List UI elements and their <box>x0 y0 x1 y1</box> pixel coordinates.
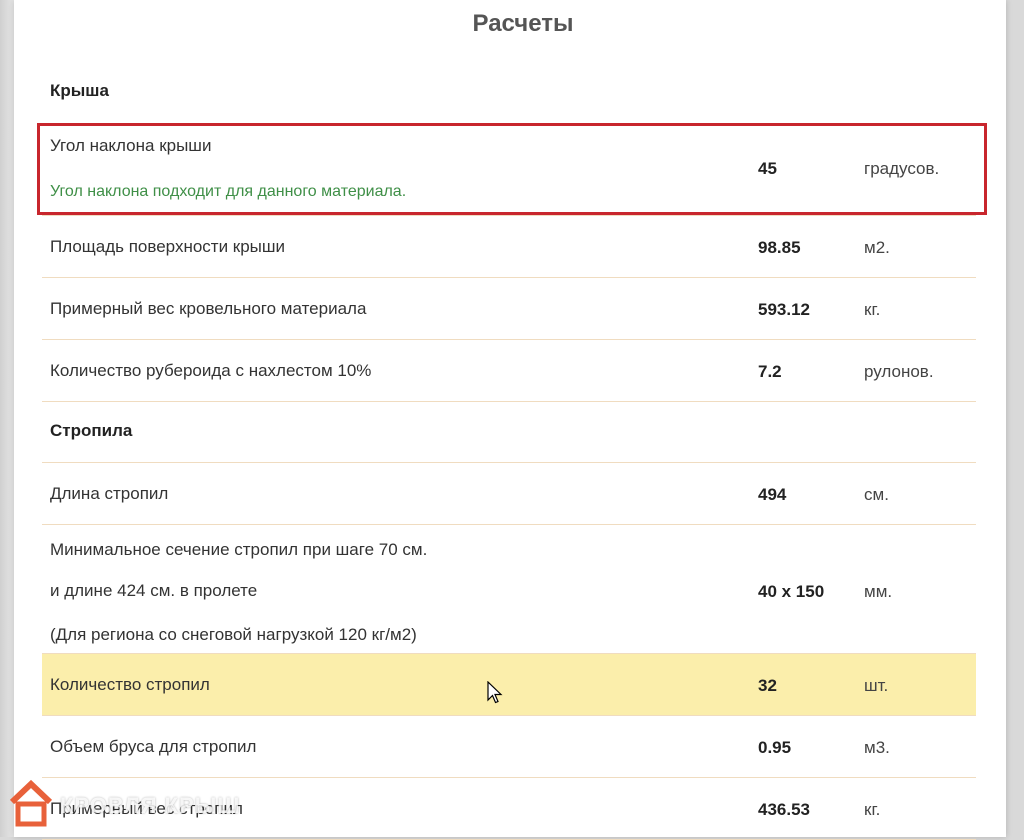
row-value: 98.85 <box>758 238 801 257</box>
table-row-roof-weight: Примерный вес кровельного материала 593.… <box>42 278 976 340</box>
row-value: 32 <box>758 676 777 695</box>
row-value: 436.53 <box>758 800 810 819</box>
row-value: 593.12 <box>758 300 810 319</box>
row-unit: см. <box>864 485 889 504</box>
table-row-roof-area: Площадь поверхности крыши 98.85 м2. <box>42 216 976 278</box>
row-value: 0.95 <box>758 738 792 757</box>
section-title: Крыша <box>50 81 109 100</box>
row-unit: шт. <box>864 676 889 695</box>
row-unit: м3. <box>864 738 890 757</box>
table-row-rafter-section: Минимальное сечение стропил при шаге 70 … <box>42 525 976 654</box>
row-unit: мм. <box>864 582 893 601</box>
channel-watermark: КРОВЛЯ КРЫШ <box>8 775 240 837</box>
angle-highlight-box <box>37 123 987 215</box>
section-title: Стропила <box>50 421 133 440</box>
row-value: 40 х 150 <box>758 582 825 601</box>
watermark-text: КРОВЛЯ КРЫШ <box>60 793 241 818</box>
page-title: Расчеты <box>472 10 574 37</box>
row-label: Площадь поверхности крыши <box>50 237 286 256</box>
section-header-rafters: Стропила <box>42 402 976 463</box>
house-logo-icon <box>8 778 54 835</box>
row-label: Объем бруса для стропил <box>50 737 257 756</box>
mouse-cursor-icon <box>487 680 503 710</box>
table-row-rafter-length: Длина стропил 494 см. <box>42 463 976 525</box>
row-label: Длина стропил <box>50 484 169 503</box>
section-header-roof: Крыша <box>42 62 976 123</box>
row-unit: кг. <box>864 800 881 819</box>
row-unit: м2. <box>864 238 890 257</box>
table-row-timber-volume: Объем бруса для стропил 0.95 м3. <box>42 716 976 778</box>
row-value: 494 <box>758 485 787 504</box>
table-row-ruberoid: Количество рубероида с нахлестом 10% 7.2… <box>42 340 976 402</box>
row-value: 7.2 <box>758 362 782 381</box>
row-unit: кг. <box>864 300 881 319</box>
window-edge <box>0 0 14 837</box>
row-label: Количество рубероида с нахлестом 10% <box>50 361 372 380</box>
row-label-line1: Минимальное сечение стропил при шаге 70 … <box>50 540 428 559</box>
row-label-line3: (Для региона со снеговой нагрузкой 120 к… <box>50 625 417 644</box>
row-unit: рулонов. <box>864 362 934 381</box>
row-label-line2: и длине 424 см. в пролете <box>50 581 258 600</box>
row-label: Примерный вес кровельного материала <box>50 299 367 318</box>
table-row-rafter-count: Количество стропил 32 шт. <box>42 654 976 716</box>
row-label: Количество стропил <box>50 675 210 694</box>
